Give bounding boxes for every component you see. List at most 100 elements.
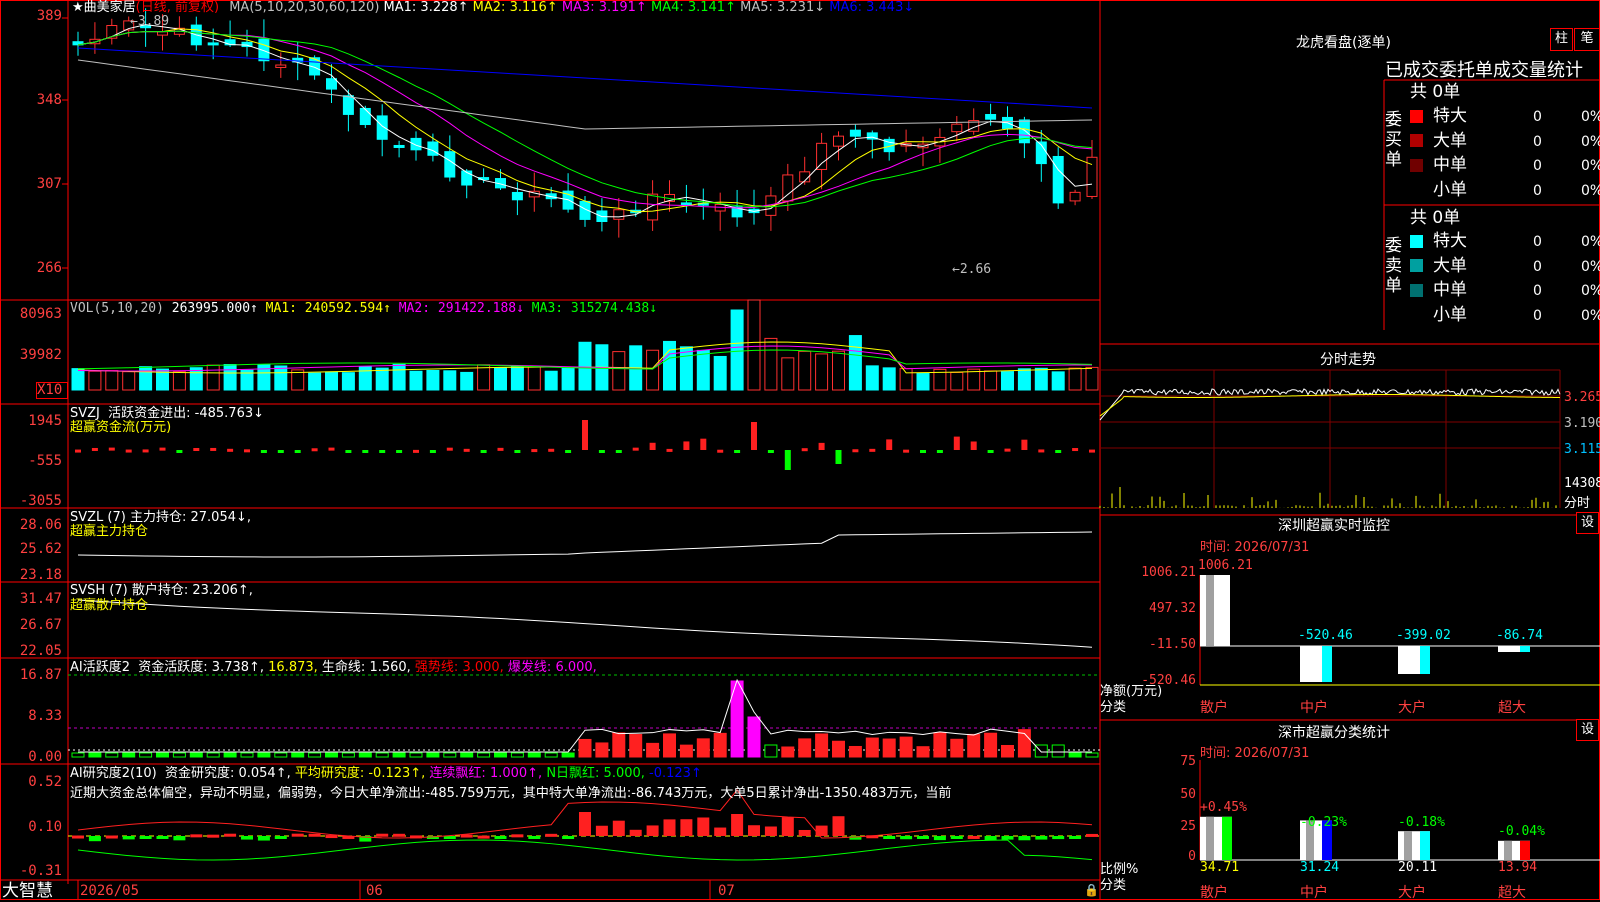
order-count: 0 (1533, 258, 1542, 275)
activity-bar (426, 752, 440, 758)
activity-bar (375, 752, 389, 758)
bar-change: +0.45% (1200, 800, 1247, 815)
order-row: 中单 0 0% (1410, 278, 1600, 302)
y-tick: 28.06 (19, 517, 62, 533)
y-tick: 497.32 (1149, 601, 1196, 616)
research-bar (139, 836, 152, 839)
funds-bar (227, 448, 234, 452)
y-tick: 80963 (19, 306, 62, 322)
pen-mode-button[interactable]: 笔 (1574, 28, 1600, 51)
funds-bar (277, 450, 284, 453)
activity-bar (781, 746, 795, 758)
activity-bar (358, 752, 372, 758)
volume-bar (882, 367, 896, 391)
classify-xlabel: 分类 (1100, 878, 1127, 893)
research-bar (224, 833, 237, 837)
activity-bar (206, 752, 220, 758)
candle-body (393, 144, 405, 148)
activity-bar (139, 752, 153, 758)
monitor-settings-button[interactable]: 设 (1576, 512, 1599, 534)
color-swatch (1410, 109, 1423, 123)
funds-bar (903, 449, 910, 453)
funds-bar (615, 450, 622, 453)
order-label: 小单 (1433, 304, 1467, 325)
buy-side-label: 委买单 (1385, 110, 1402, 170)
research-bar (933, 836, 946, 841)
color-swatch (1410, 158, 1423, 172)
monitor-bar (1206, 575, 1214, 646)
research-bar (1086, 833, 1098, 837)
research-bar (156, 836, 169, 839)
bar-value: -86.74 (1496, 628, 1543, 643)
classify-bar (1504, 840, 1512, 860)
research-value: N日飘红: 5.000, (542, 766, 645, 781)
vol-ma-value: MA1: 240592.594↑ (265, 301, 391, 316)
activity-bar (443, 752, 457, 758)
funds-bar (1021, 439, 1028, 450)
bar-mode-button[interactable]: 柱 (1550, 28, 1573, 51)
bar-ratio: 13.94 (1498, 860, 1538, 875)
order-count: 0 (1533, 283, 1542, 299)
stock-name[interactable]: ★曲美家居 (72, 0, 136, 15)
category-label: 超大 (1498, 700, 1526, 716)
funds-bar (328, 447, 335, 451)
funds-bar (210, 447, 217, 451)
volume-bar (409, 370, 423, 391)
research-bar (1035, 836, 1048, 840)
dragon-title: 龙虎看盘(逐单) (1296, 35, 1391, 51)
funds-bar (818, 442, 825, 450)
candle-body (680, 202, 692, 206)
research-bar (122, 836, 135, 840)
volume-bar (544, 370, 558, 391)
funds-bar (970, 441, 977, 450)
period-label[interactable]: (日线, 前复权) (136, 0, 219, 15)
brand-logo: 大智慧 (2, 881, 53, 901)
funds-bar (193, 447, 200, 451)
activity-bar (1001, 744, 1014, 758)
order-label: 大单 (1433, 130, 1467, 151)
bar-change: -0.18% (1398, 815, 1445, 830)
order-pct: 0% (1581, 182, 1600, 199)
funds-bar (396, 450, 403, 453)
activity-bar (1068, 752, 1082, 758)
lock-icon[interactable]: 🔒 (1084, 882, 1099, 898)
volume-bar (578, 341, 592, 391)
candle-body (951, 123, 963, 133)
funds-bar (734, 450, 741, 453)
research-bar (714, 827, 727, 836)
research-bar (291, 833, 304, 837)
research-bar (562, 836, 575, 839)
activity-bar (950, 738, 964, 758)
ma-line (77, 30, 1093, 208)
research-bar (781, 817, 794, 836)
research-bar (494, 836, 507, 839)
candle-body (461, 170, 473, 186)
activity-bar (561, 752, 575, 758)
volume-bar (1085, 366, 1099, 391)
monitor-bar (1200, 575, 1230, 646)
order-label: 特大 (1433, 231, 1467, 251)
order-row: 大单 0 0% (1410, 254, 1600, 278)
research-bar (900, 836, 913, 840)
vol-ma-value: MA2: 291422.188↓ (390, 301, 524, 316)
volume-bar (646, 349, 660, 391)
volume-bar (967, 368, 981, 391)
ma-label: MA(5,10,20,30,60,120) (229, 0, 380, 15)
classify-settings-button[interactable]: 设 (1576, 719, 1599, 741)
activity-bar (865, 737, 879, 758)
order-row: 特大 0 0% (1410, 229, 1600, 253)
ma-line (77, 59, 1093, 130)
volume-bar (781, 357, 795, 391)
volume-bar (815, 353, 829, 391)
intraday-title: 分时走势 (1320, 352, 1376, 368)
volume-bar (798, 350, 812, 391)
volume-bar (88, 370, 102, 391)
activity-bar (308, 752, 322, 758)
research-bar (680, 819, 693, 836)
activity-bar (663, 733, 676, 758)
funds-bar (159, 447, 166, 451)
activity-value: 强势线: 3.000, (410, 660, 504, 675)
activity-bar (122, 752, 136, 758)
research-bar (748, 825, 760, 836)
ma-value: MA5: 3.231↓ (735, 0, 826, 15)
